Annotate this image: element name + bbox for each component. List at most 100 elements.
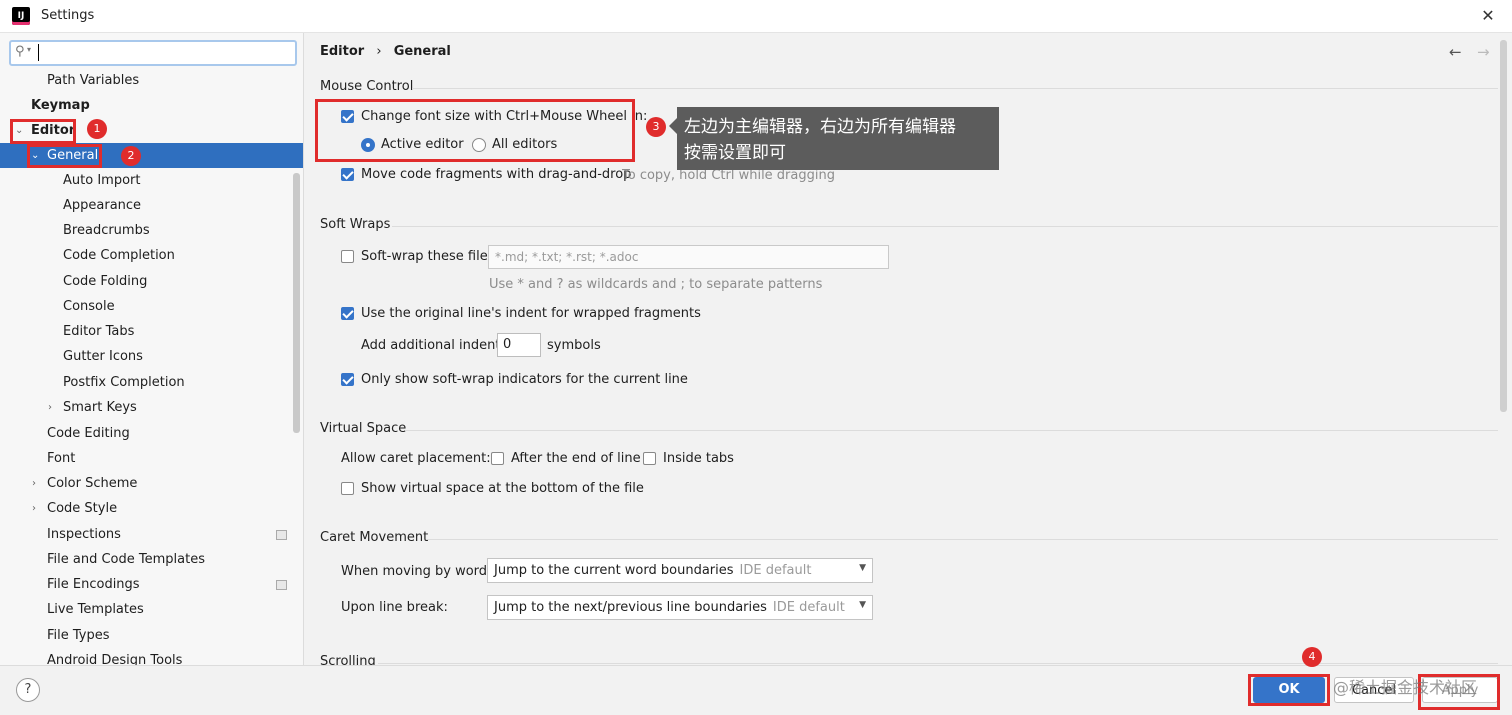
add-indent-input[interactable]: 0 xyxy=(497,333,541,357)
tree-item-file-code-templates[interactable]: File and Code Templates xyxy=(0,547,303,572)
tree-item-android-design-tools[interactable]: Android Design Tools xyxy=(0,648,303,665)
chevron-down-icon: ▼ xyxy=(859,600,866,610)
tooltip-line-1: 左边为主编辑器，右边为所有编辑器 xyxy=(684,117,956,137)
inside-tabs-checkbox[interactable] xyxy=(643,452,656,465)
text-caret xyxy=(38,44,39,61)
add-indent-label: Add additional indent: xyxy=(361,338,505,353)
tree-item-postfix-completion[interactable]: Postfix Completion xyxy=(0,370,303,395)
tree-item-code-folding[interactable]: Code Folding xyxy=(0,269,303,294)
search-input[interactable]: ⚲ ▾ xyxy=(9,40,297,66)
dropdown-selected: Jump to the next/previous line boundarie… xyxy=(494,600,767,615)
tree-item-code-style[interactable]: › Code Style xyxy=(0,496,303,521)
tree-item-label: File and Code Templates xyxy=(47,552,205,567)
chevron-right-icon[interactable]: › xyxy=(48,395,52,420)
search-icon: ⚲ xyxy=(15,44,25,59)
tree-item-auto-import[interactable]: Auto Import xyxy=(0,168,303,193)
soft-wrap-files-checkbox[interactable] xyxy=(341,250,354,263)
dropdown-selected: Jump to the current word boundaries xyxy=(494,563,734,578)
only-show-indicators-label[interactable]: Only show soft-wrap indicators for the c… xyxy=(361,372,688,387)
line-break-dropdown[interactable]: Jump to the next/previous line boundarie… xyxy=(487,595,873,620)
project-scope-icon xyxy=(276,580,287,590)
original-indent-label[interactable]: Use the original line's indent for wrapp… xyxy=(361,306,701,321)
tree-item-label: Path Variables xyxy=(47,73,140,88)
section-divider xyxy=(426,539,1498,540)
annotation-badge-2: 2 xyxy=(121,146,141,166)
tree-item-label: Auto Import xyxy=(63,173,141,188)
soft-wrap-patterns-hint: Use * and ? as wildcards and ; to separa… xyxy=(489,277,823,292)
show-virtual-space-checkbox[interactable] xyxy=(341,482,354,495)
close-icon[interactable]: ✕ xyxy=(1474,4,1502,28)
tree-item-appearance[interactable]: Appearance xyxy=(0,193,303,218)
tree-item-file-encodings[interactable]: File Encodings xyxy=(0,572,303,597)
tree-item-gutter-icons[interactable]: Gutter Icons xyxy=(0,344,303,369)
tree-item-label: File Types xyxy=(47,628,110,643)
tree-item-live-templates[interactable]: Live Templates xyxy=(0,597,303,622)
moving-by-words-label: When moving by words: xyxy=(341,564,499,579)
chevron-down-icon: ▾ xyxy=(27,45,32,54)
help-button[interactable]: ? xyxy=(16,678,40,702)
tree-item-code-completion[interactable]: Code Completion xyxy=(0,243,303,268)
moving-by-words-dropdown[interactable]: Jump to the current word boundaries IDE d… xyxy=(487,558,873,583)
content-scrollbar[interactable] xyxy=(1500,40,1507,412)
tree-scrollbar[interactable] xyxy=(293,173,300,433)
annotation-tooltip: 左边为主编辑器，右边为所有编辑器 按需设置即可 xyxy=(677,107,999,170)
annotation-box-editor xyxy=(10,119,76,144)
chevron-right-icon[interactable]: › xyxy=(32,496,36,521)
tree-item-font[interactable]: Font xyxy=(0,446,303,471)
project-scope-icon xyxy=(276,530,287,540)
after-end-of-line-label[interactable]: After the end of line xyxy=(511,451,641,466)
tree-item-inspections[interactable]: Inspections xyxy=(0,522,303,547)
tree-item-label: Keymap xyxy=(31,98,90,113)
window-title: Settings xyxy=(41,8,95,23)
section-virtual-space: Virtual Space xyxy=(320,421,407,436)
section-divider xyxy=(392,226,1498,227)
tree-item-console[interactable]: Console xyxy=(0,294,303,319)
tooltip-arrow xyxy=(669,118,677,134)
back-arrow-icon[interactable]: ← xyxy=(1449,43,1462,61)
breadcrumb: Editor › General xyxy=(320,44,451,59)
forward-arrow-icon[interactable]: → xyxy=(1477,43,1490,61)
tree-item-label: Breadcrumbs xyxy=(63,223,150,238)
tree-item-color-scheme[interactable]: › Color Scheme xyxy=(0,471,303,496)
add-indent-value: 0 xyxy=(503,337,512,352)
move-fragments-label[interactable]: Move code fragments with drag-and-drop xyxy=(361,167,631,182)
dropdown-value: Jump to the next/previous line boundarie… xyxy=(494,600,845,615)
tree-item-file-types[interactable]: File Types xyxy=(0,623,303,648)
only-show-indicators-checkbox[interactable] xyxy=(341,373,354,386)
tree-item-label: Appearance xyxy=(63,198,142,213)
dropdown-default-hint: IDE default xyxy=(739,563,812,578)
tree-item-editor-tabs[interactable]: Editor Tabs xyxy=(0,319,303,344)
tree-item-breadcrumbs[interactable]: Breadcrumbs xyxy=(0,218,303,243)
show-virtual-space-label[interactable]: Show virtual space at the bottom of the … xyxy=(361,481,644,496)
breadcrumb-separator: › xyxy=(376,44,382,59)
tree-item-label: Console xyxy=(63,299,115,314)
tree-item-label: Live Templates xyxy=(47,602,144,617)
tree-item-label: Code Style xyxy=(47,501,118,516)
dropdown-value: Jump to the current word boundaries IDE d… xyxy=(494,563,811,578)
tree-item-label: Code Completion xyxy=(63,248,175,263)
original-indent-checkbox[interactable] xyxy=(341,307,354,320)
tree-item-label: Editor Tabs xyxy=(63,324,135,339)
after-end-of-line-checkbox[interactable] xyxy=(491,452,504,465)
tree-item-label: Code Folding xyxy=(63,274,148,289)
tree-item-label: File Encodings xyxy=(47,577,140,592)
watermark-text: @稀土掘金技术社区 xyxy=(1333,678,1478,697)
chevron-down-icon: ▼ xyxy=(859,563,866,573)
breadcrumb-current: General xyxy=(393,44,451,59)
tree-item-label: Color Scheme xyxy=(47,476,138,491)
tree-item-smart-keys[interactable]: › Smart Keys xyxy=(0,395,303,420)
title-bar: IJ Settings ✕ xyxy=(0,0,1512,33)
soft-wrap-patterns-field[interactable]: *.md; *.txt; *.rst; *.adoc xyxy=(488,245,889,269)
soft-wrap-patterns-value: *.md; *.txt; *.rst; *.adoc xyxy=(495,250,639,264)
annotation-box-ok xyxy=(1248,674,1330,706)
tree-item-code-editing[interactable]: Code Editing xyxy=(0,421,303,446)
tooltip-line-2: 按需设置即可 xyxy=(684,143,786,163)
tree-item-path-variables[interactable]: Path Variables xyxy=(0,68,303,93)
inside-tabs-label[interactable]: Inside tabs xyxy=(663,451,734,466)
soft-wrap-files-label[interactable]: Soft-wrap these files: xyxy=(361,249,499,264)
chevron-right-icon[interactable]: › xyxy=(32,471,36,496)
tree-item-keymap[interactable]: Keymap xyxy=(0,93,303,118)
move-fragments-checkbox[interactable] xyxy=(341,168,354,181)
breadcrumb-parent[interactable]: Editor xyxy=(320,44,364,59)
tree-item-label: Smart Keys xyxy=(63,400,137,415)
